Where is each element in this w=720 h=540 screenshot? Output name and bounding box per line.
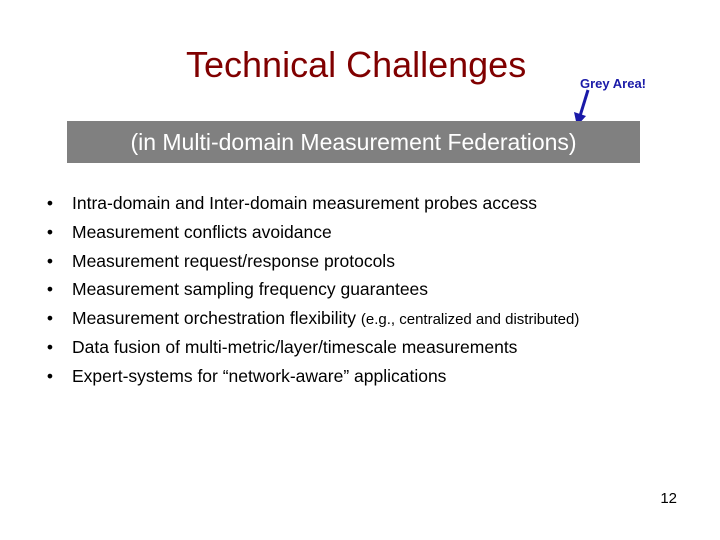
bullet-text: Measurement conflicts avoidance <box>72 221 332 242</box>
bullet-dot-icon: • <box>46 308 54 329</box>
subtitle-banner: (in Multi-domain Measurement Federations… <box>67 121 640 163</box>
bullet-dot-icon: • <box>46 221 54 242</box>
bullet-dot-icon: • <box>46 365 54 386</box>
bullet-dot-icon: • <box>46 193 54 213</box>
bullet-dot-icon: • <box>46 279 54 300</box>
bullet-text: Data fusion of multi-metric/layer/timesc… <box>72 336 518 357</box>
slide-title: Technical Challenges <box>186 44 527 85</box>
bullet-text: Expert-systems for “network-aware” appli… <box>72 365 447 386</box>
bullet-text: Intra-domain and Inter-domain measuremen… <box>72 193 537 213</box>
bullet-note: (e.g., centralized and distributed) <box>360 311 580 329</box>
bullet-dot-icon: • <box>46 250 54 271</box>
bullet-text: Measurement request/response protocols <box>72 250 395 271</box>
page-number: 12 <box>660 490 677 507</box>
bullet-text: Measurement orchestration flexibility <box>72 308 361 329</box>
bullet-text: Measurement sampling frequency guarantee… <box>72 279 429 300</box>
bullet-dot-icon: • <box>46 336 54 357</box>
